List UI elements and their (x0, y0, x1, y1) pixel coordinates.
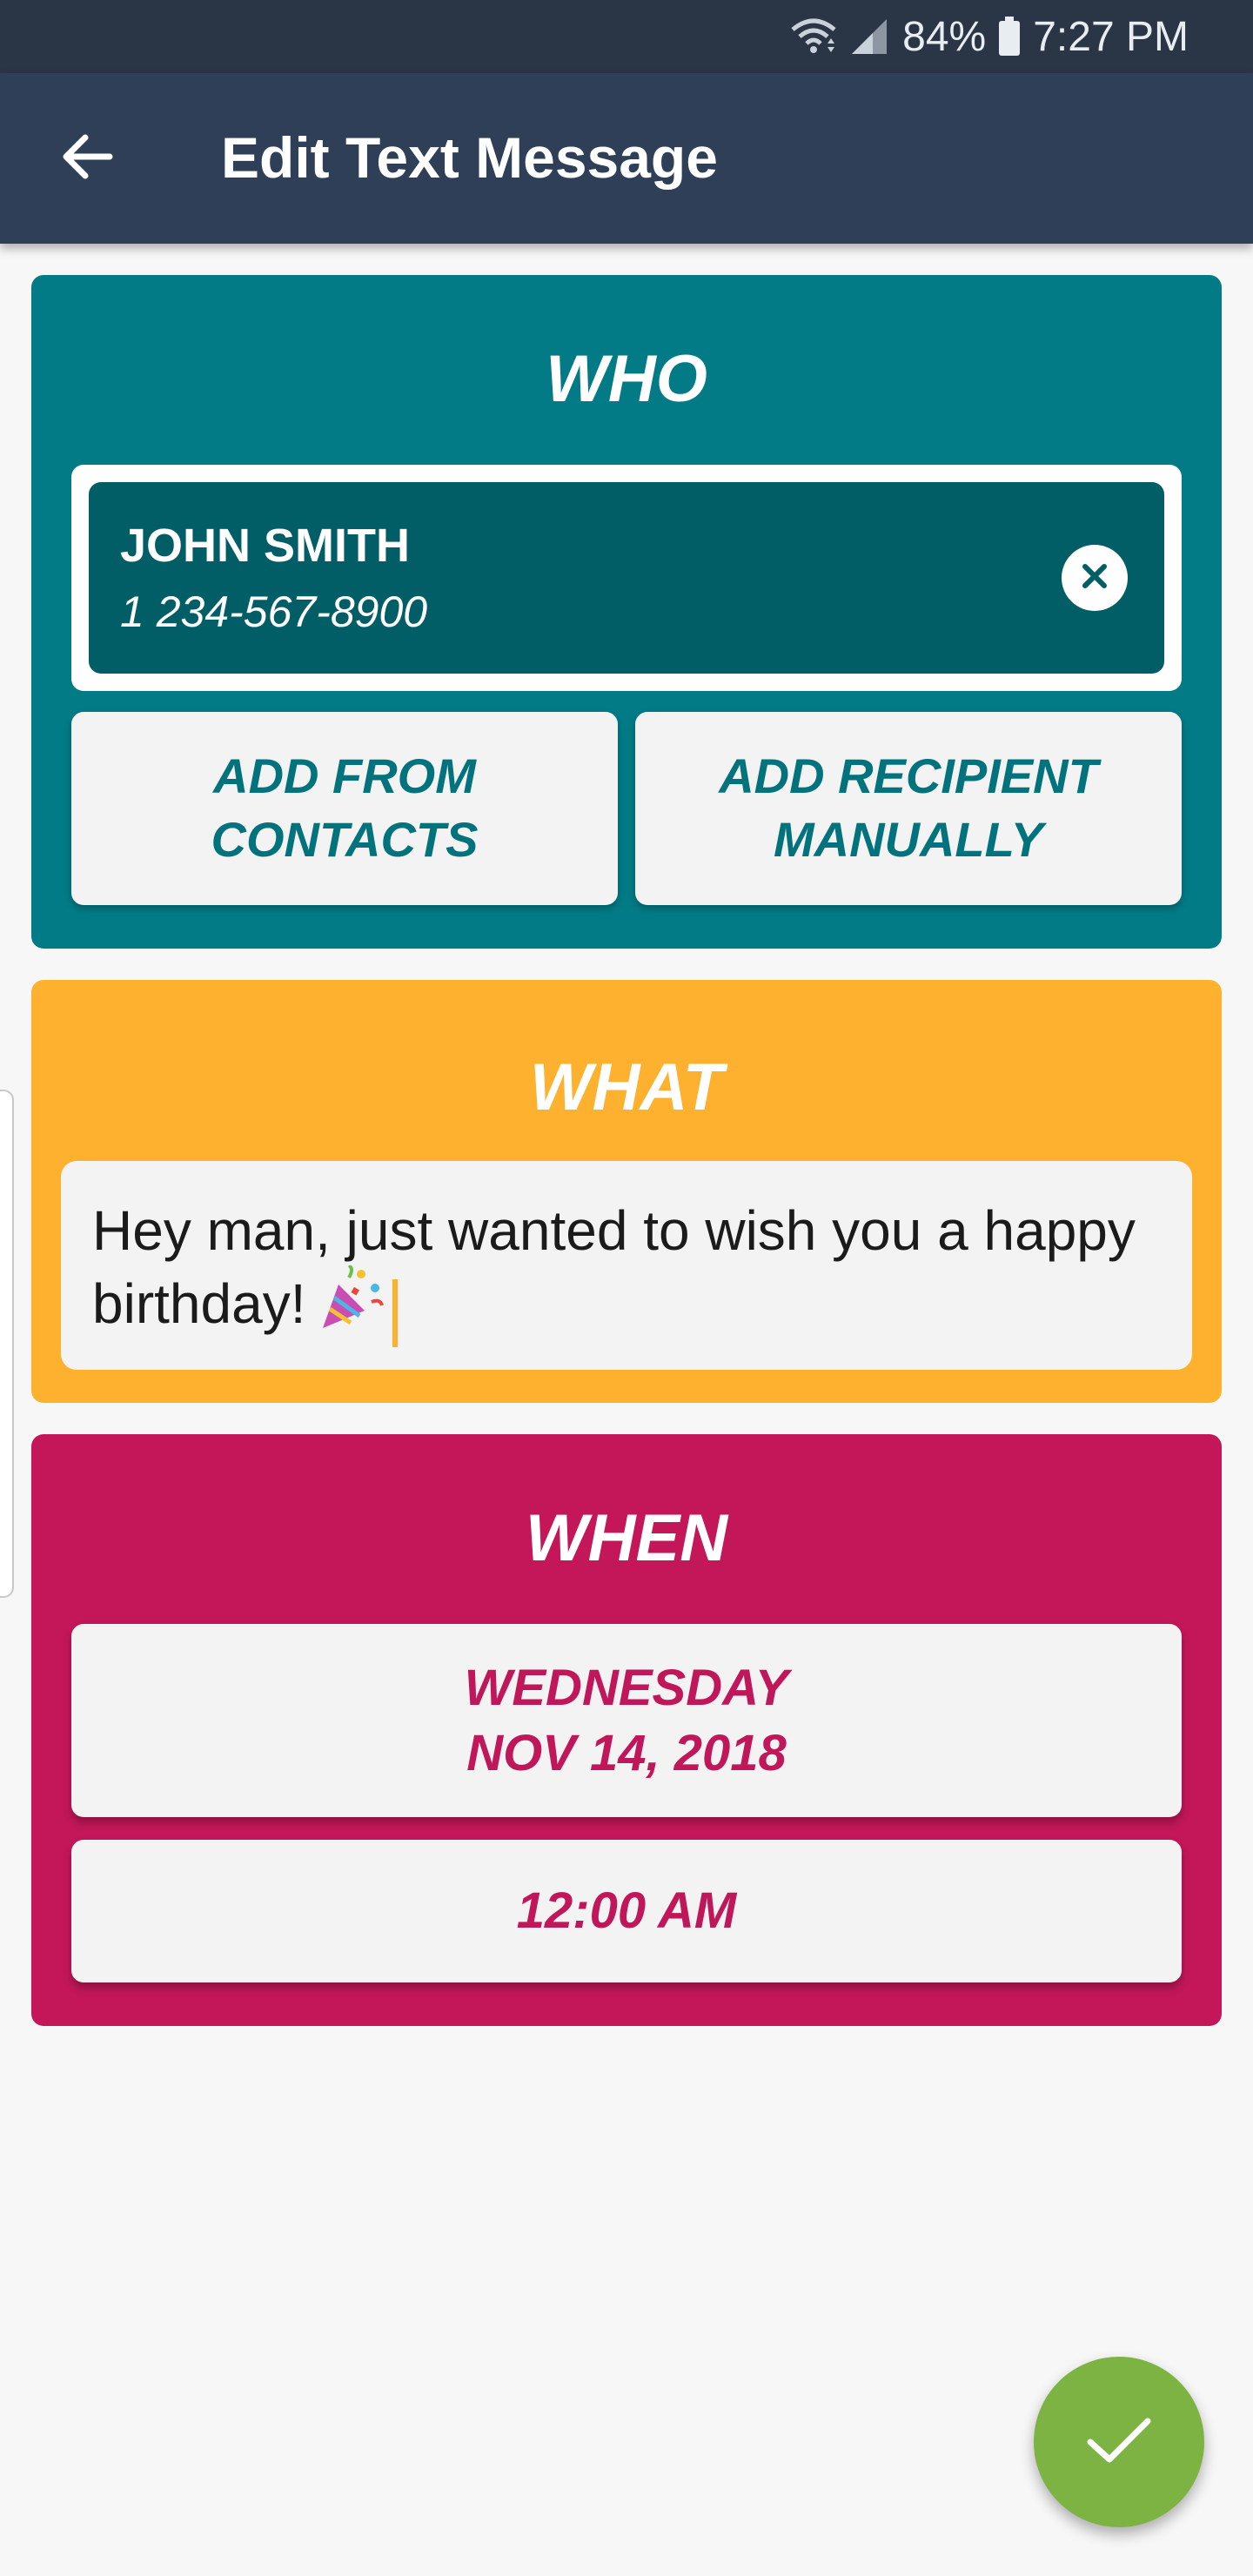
add-recipient-manually-button[interactable]: ADD RECIPIENT MANUALLY (635, 712, 1182, 905)
party-popper-icon (318, 1264, 385, 1347)
back-button[interactable] (47, 118, 127, 198)
signal-icon (850, 17, 890, 56)
date-day: WEDNESDAY (464, 1659, 789, 1716)
when-title: WHEN (525, 1501, 728, 1575)
text-cursor (392, 1279, 399, 1347)
date-picker-button[interactable]: WEDNESDAY NOV 14, 2018 (71, 1624, 1182, 1817)
save-fab-button[interactable] (1034, 2357, 1204, 2527)
close-icon (1079, 560, 1110, 596)
time-picker-button[interactable]: 12:00 AM (71, 1840, 1182, 1982)
checkmark-icon (1085, 2414, 1153, 2471)
battery-percent: 84% (902, 13, 987, 60)
who-title: WHO (546, 342, 707, 416)
who-card: WHO JOHN SMITH 1 234-567-8900 ADD FROM C… (31, 275, 1222, 949)
app-bar: Edit Text Message (0, 73, 1253, 244)
message-text: Hey man, just wanted to wish you a happy… (92, 1199, 1136, 1335)
status-bar: 84% 7:27 PM (0, 0, 1253, 73)
remove-recipient-button[interactable] (1062, 545, 1128, 611)
recipient-chip[interactable]: JOHN SMITH 1 234-567-8900 (89, 482, 1164, 674)
edge-panel-handle[interactable] (0, 1090, 14, 1598)
recipient-number: 1 234-567-8900 (120, 587, 428, 636)
wifi-icon (789, 17, 838, 56)
add-from-contacts-button[interactable]: ADD FROM CONTACTS (71, 712, 618, 905)
arrow-back-icon (61, 132, 113, 185)
clock: 7:27 PM (1033, 13, 1189, 60)
what-card: WHAT Hey man, just wanted to wish you a … (31, 980, 1222, 1403)
date-value: NOV 14, 2018 (466, 1725, 787, 1781)
time-value: 12:00 AM (516, 1882, 737, 1940)
when-card: WHEN WEDNESDAY NOV 14, 2018 12:00 AM (31, 1434, 1222, 2026)
recipient-list: JOHN SMITH 1 234-567-8900 (71, 465, 1182, 691)
message-input[interactable]: Hey man, just wanted to wish you a happy… (61, 1161, 1192, 1370)
status-bar-right: 84% 7:27 PM (789, 10, 1189, 63)
battery-icon (998, 17, 1021, 57)
what-title: WHAT (529, 1050, 724, 1124)
recipient-name: JOHN SMITH (120, 520, 411, 572)
page-title: Edit Text Message (221, 125, 718, 190)
